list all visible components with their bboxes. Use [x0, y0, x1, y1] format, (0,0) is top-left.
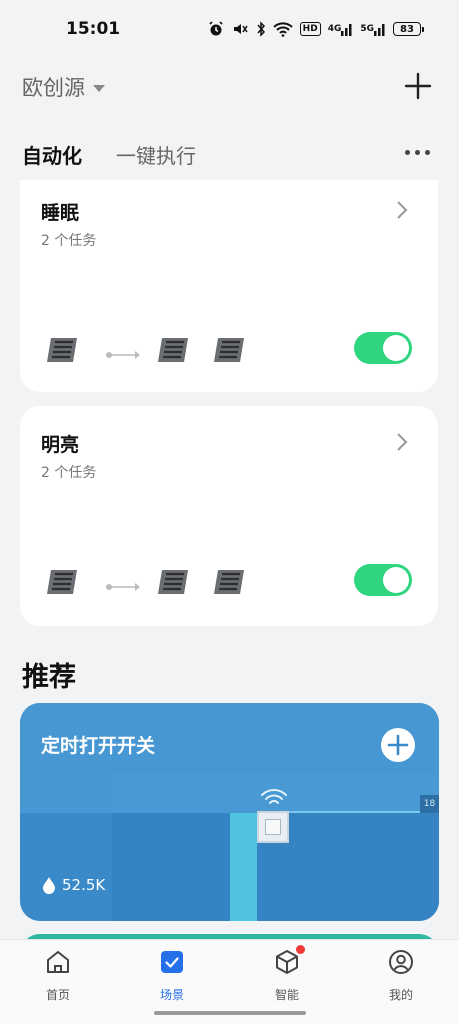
signal-icon-2: 5G [360, 22, 386, 36]
home-icon [44, 948, 72, 976]
nav-label: 我的 [388, 988, 413, 1002]
network-type-2: 5G [360, 24, 374, 34]
mute-icon [231, 21, 249, 37]
wifi-signal-icon [260, 787, 288, 807]
nav-label: 智能 [274, 988, 299, 1002]
more-options-icon[interactable] [405, 150, 430, 155]
tab-one-tap[interactable]: 一键执行 [116, 140, 196, 169]
chevron-right-icon [395, 431, 409, 453]
hd-badge: HD [299, 22, 321, 36]
nav-smart[interactable]: 智能 [247, 945, 327, 1003]
status-time: 15:01 [66, 19, 121, 39]
chevron-right-icon [395, 199, 409, 221]
network-type-1: 4G [327, 24, 342, 34]
water-drop-icon [43, 877, 55, 894]
plus-icon [404, 72, 432, 100]
bluetooth-icon [256, 21, 266, 37]
scene-check-icon [158, 948, 186, 976]
scene-card-sleep[interactable]: 睡眠 2 个任务 [20, 180, 438, 392]
add-recommend-button[interactable] [381, 728, 415, 762]
nav-label: 场景 [159, 988, 184, 1002]
scene-task-count: 2 个任务 [41, 233, 97, 249]
status-bar: 15:01 HD 4G 5G 83 [0, 0, 459, 58]
nav-home[interactable]: 首页 [18, 948, 98, 1003]
wifi-icon [272, 21, 293, 37]
scene-card-bright[interactable]: 明亮 2 个任务 [20, 406, 438, 626]
switch-device-icon [156, 336, 190, 364]
tab-automation[interactable]: 自动化 [22, 140, 82, 169]
arrow-right-icon [106, 345, 142, 359]
nav-label: 首页 [45, 988, 70, 1002]
light-beam [230, 813, 257, 921]
recommend-card-title: 定时打开开关 [41, 735, 156, 757]
battery-icon: 83 [393, 22, 424, 36]
scene-enable-toggle[interactable] [354, 564, 412, 596]
plus-icon [387, 734, 409, 756]
usage-stat: 52.5K [42, 876, 105, 894]
profile-icon [387, 948, 415, 976]
scene-enable-toggle[interactable] [354, 332, 412, 364]
signal-icon-1: 4G [328, 22, 354, 36]
recommend-badge: 18 [420, 795, 439, 813]
add-button[interactable] [402, 70, 434, 102]
scene-title: 明亮 [41, 434, 80, 456]
alarm-icon [208, 21, 224, 37]
recommend-card[interactable]: 18 定时打开开关 52.5K [20, 703, 439, 921]
home-indicator[interactable] [154, 1011, 306, 1015]
switch-device-icon [45, 336, 79, 364]
home-switcher[interactable]: 欧创源 [22, 72, 105, 102]
cube-icon [273, 945, 305, 976]
nav-scenes[interactable]: 场景 [132, 948, 212, 1003]
switch-device-icon [212, 568, 246, 596]
scene-task-count: 2 个任务 [41, 465, 97, 481]
switch-device-icon [156, 568, 190, 596]
smart-switch-illustration [257, 811, 289, 843]
recommend-section-title: 推荐 [22, 662, 76, 693]
switch-device-icon [45, 568, 79, 596]
arrow-right-icon [106, 577, 142, 591]
usage-count: 52.5K [62, 876, 106, 894]
switch-device-icon [212, 336, 246, 364]
notification-dot [296, 945, 305, 954]
caret-down-icon [93, 84, 105, 92]
scene-title: 睡眠 [41, 202, 80, 224]
home-name: 欧创源 [22, 76, 85, 100]
nav-profile[interactable]: 我的 [361, 948, 441, 1003]
status-icons: HD 4G 5G 83 [208, 19, 424, 39]
